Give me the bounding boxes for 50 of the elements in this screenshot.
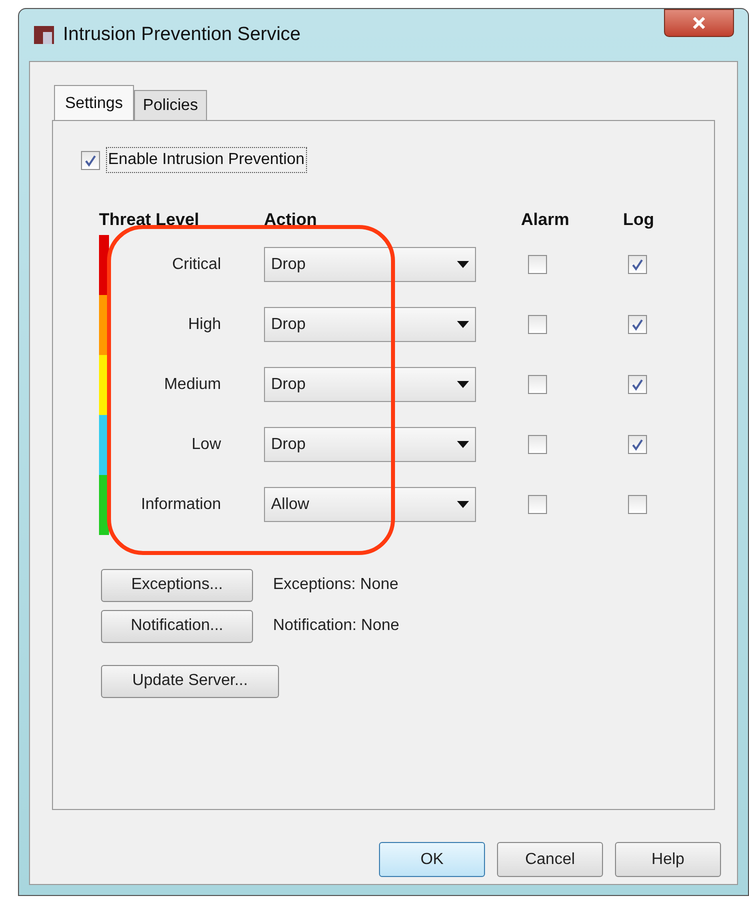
threat-level-label: Critical xyxy=(171,254,221,274)
dropdown-arrow-icon xyxy=(457,261,469,268)
action-dropdown[interactable]: Allow xyxy=(264,487,476,522)
check-icon xyxy=(631,318,644,331)
option-status: Notification: None xyxy=(273,616,400,636)
log-checkbox[interactable] xyxy=(628,495,647,514)
enable-label[interactable]: Enable Intrusion Prevention xyxy=(106,147,307,173)
enable-checkbox[interactable] xyxy=(81,150,100,170)
app-icon xyxy=(33,24,55,46)
threat-level-label: Information xyxy=(140,494,221,514)
dropdown-arrow-icon xyxy=(457,441,469,448)
option-button[interactable]: Notification... xyxy=(101,610,253,642)
option-button[interactable]: Exceptions... xyxy=(101,568,253,602)
log-checkbox[interactable] xyxy=(628,435,647,454)
log-checkbox[interactable] xyxy=(628,315,647,334)
check-icon xyxy=(84,154,97,166)
dropdown-arrow-icon xyxy=(457,381,469,388)
tab[interactable]: Policies xyxy=(134,90,207,120)
action-dropdown[interactable]: Drop xyxy=(264,247,476,282)
column-header: Action xyxy=(264,209,318,231)
log-checkbox[interactable] xyxy=(628,375,647,394)
close-button[interactable] xyxy=(664,9,734,37)
option-status: Exceptions: None xyxy=(273,575,398,595)
alarm-checkbox[interactable] xyxy=(528,375,547,394)
tab[interactable]: Settings xyxy=(54,85,134,121)
column-header: Threat Level xyxy=(99,209,200,231)
threat-level-label: High xyxy=(187,314,221,334)
check-icon xyxy=(631,258,644,271)
threat-level-label: Low xyxy=(190,434,221,454)
alarm-checkbox[interactable] xyxy=(528,255,547,274)
dropdown-arrow-icon xyxy=(457,501,469,508)
threat-level-label: Medium xyxy=(163,374,221,394)
dropdown-arrow-icon xyxy=(457,321,469,328)
alarm-checkbox[interactable] xyxy=(528,315,547,334)
log-checkbox[interactable] xyxy=(628,255,647,274)
alarm-checkbox[interactable] xyxy=(528,435,547,454)
check-icon xyxy=(631,378,644,391)
dialog-button[interactable]: Cancel xyxy=(497,842,603,877)
action-dropdown[interactable]: Drop xyxy=(264,427,476,462)
action-dropdown[interactable]: Drop xyxy=(264,307,476,342)
column-header: Alarm xyxy=(521,209,570,231)
check-icon xyxy=(631,438,644,451)
dialog-button[interactable]: OK xyxy=(379,842,485,877)
action-dropdown[interactable]: Drop xyxy=(264,367,476,402)
column-header: Log xyxy=(623,209,654,231)
alarm-checkbox[interactable] xyxy=(528,495,547,514)
window-title: Intrusion Prevention Service xyxy=(63,22,301,47)
update-server-button[interactable]: Update Server... xyxy=(101,664,279,698)
close-icon xyxy=(692,17,706,29)
dialog-button[interactable]: Help xyxy=(615,842,721,877)
